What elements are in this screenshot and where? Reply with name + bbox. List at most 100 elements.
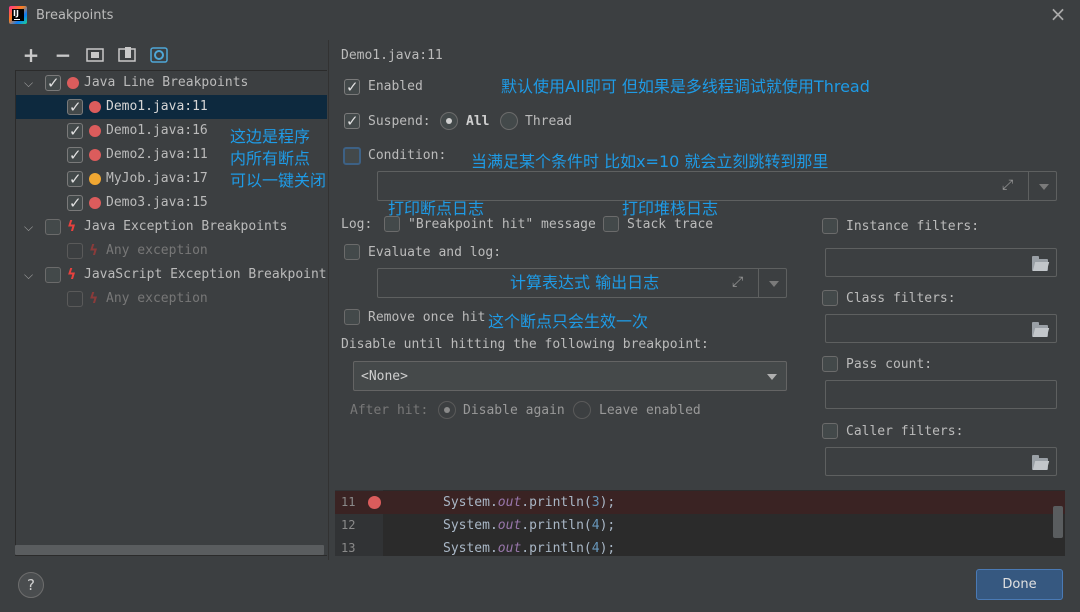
group-by-file-button[interactable] — [116, 44, 138, 66]
tree-group-label: Java Exception Breakpoints — [84, 219, 288, 234]
evaluate-log-label: Evaluate and log: — [368, 245, 502, 260]
method-breakpoint-icon — [89, 173, 101, 185]
title-bar: IJ Breakpoints × — [0, 0, 1080, 32]
line-number: 11 — [341, 495, 356, 509]
caller-filters-label: Caller filters: — [846, 424, 964, 439]
tree-item[interactable]: ϟ Any exception — [16, 239, 327, 263]
expand-icon[interactable]: ⤢ — [1002, 177, 1013, 193]
tree-item-label: Demo2.java:11 — [106, 147, 208, 162]
item-checkbox[interactable] — [67, 121, 83, 141]
tree-item[interactable]: Demo3.java:15 — [16, 191, 327, 215]
suspend-all-label: All — [466, 114, 490, 129]
group-by-package-icon — [86, 48, 104, 62]
line-breakpoint-icon — [89, 197, 101, 209]
exception-bolt-icon: ϟ — [67, 219, 77, 235]
item-checkbox[interactable] — [67, 193, 83, 213]
annotation-text: 可以一键关闭 — [230, 171, 327, 190]
stack-trace-checkbox[interactable] — [603, 216, 619, 232]
log-label: Log: — [341, 217, 373, 232]
annotation-text: 计算表达式 输出日志 — [510, 273, 660, 292]
panel-divider[interactable] — [328, 40, 329, 560]
item-checkbox[interactable] — [67, 145, 83, 165]
code-text: System.out.println(4); — [443, 518, 616, 533]
condition-input[interactable]: ⤢ — [377, 171, 1057, 201]
item-checkbox[interactable] — [67, 291, 83, 307]
evaluate-log-checkbox[interactable] — [344, 244, 360, 260]
disable-again-radio[interactable] — [438, 401, 456, 419]
tree-item-label: Demo1.java:11 — [106, 99, 208, 114]
item-checkbox[interactable] — [67, 97, 83, 117]
tree-item[interactable]: Demo1.java:11 — [16, 95, 327, 119]
group-checkbox-java-line[interactable] — [45, 73, 61, 93]
leave-enabled-radio[interactable] — [573, 401, 591, 419]
annotation-text: 这边是程序 — [230, 127, 311, 146]
caller-filters-checkbox[interactable] — [822, 423, 838, 439]
stack-trace-label: Stack trace — [627, 217, 714, 232]
done-button[interactable]: Done — [976, 569, 1063, 600]
disable-until-select[interactable]: <None> — [353, 361, 787, 391]
tree-horizontal-scrollbar[interactable] — [15, 545, 324, 555]
add-breakpoint-button[interactable]: + — [20, 44, 42, 66]
remove-once-hit-checkbox[interactable] — [344, 309, 360, 325]
chevron-down-icon[interactable] — [767, 374, 777, 380]
code-vertical-scrollbar[interactable] — [1053, 506, 1063, 538]
suspend-checkbox[interactable] — [344, 111, 360, 131]
pass-count-input[interactable] — [825, 380, 1057, 409]
line-breakpoint-icon — [89, 149, 101, 161]
chevron-down-icon[interactable] — [1039, 184, 1049, 190]
group-by-package-button[interactable] — [84, 44, 106, 66]
help-button[interactable]: ? — [18, 572, 44, 598]
disable-again-label: Disable again — [463, 403, 565, 418]
class-filters-input[interactable] — [825, 314, 1057, 343]
breakpoint-header: Demo1.java:11 — [341, 48, 443, 63]
condition-checkbox[interactable] — [343, 147, 361, 165]
item-checkbox[interactable] — [67, 243, 83, 259]
chevron-down-icon[interactable] — [769, 281, 779, 287]
chevron-down-icon[interactable]: ⌵ — [24, 215, 38, 239]
folder-icon[interactable] — [1032, 322, 1048, 337]
line-breakpoint-icon — [67, 77, 79, 89]
chevron-down-icon[interactable]: ⌵ — [24, 263, 38, 287]
instance-filters-checkbox[interactable] — [822, 218, 838, 234]
exception-bolt-icon: ϟ — [67, 267, 77, 283]
annotation-text: 默认使用All即可 但如果是多线程调试就使用Thread — [501, 77, 870, 96]
instance-filters-input[interactable] — [825, 248, 1057, 277]
dropdown-separator — [1028, 172, 1029, 200]
suspend-thread-radio[interactable] — [500, 112, 518, 130]
expand-icon[interactable]: ⤢ — [732, 274, 743, 290]
chevron-down-icon[interactable]: ⌵ — [24, 71, 38, 95]
window-title: Breakpoints — [36, 8, 114, 23]
remove-once-hit-label: Remove once hit — [368, 310, 486, 325]
tree-group-java-exception[interactable]: ⌵ ϟ Java Exception Breakpoints — [16, 215, 327, 239]
item-checkbox[interactable] — [67, 169, 83, 189]
close-icon[interactable]: × — [1048, 3, 1068, 25]
log-message-checkbox[interactable] — [384, 216, 400, 232]
tree-item-label: Demo3.java:15 — [106, 195, 208, 210]
code-preview[interactable]: 11 System.out.println(3); 12 System.out.… — [335, 490, 1065, 556]
tree-group-java-line[interactable]: ⌵ Java Line Breakpoints — [16, 71, 327, 95]
annotation-text: 这个断点只会生效一次 — [488, 312, 649, 331]
remove-breakpoint-button[interactable]: − — [52, 44, 74, 66]
caller-filters-input[interactable] — [825, 447, 1057, 476]
breakpoint-icon[interactable] — [368, 496, 381, 509]
pass-count-label: Pass count: — [846, 357, 933, 372]
group-checkbox-java-exception[interactable] — [45, 219, 61, 235]
exception-bolt-icon: ϟ — [89, 243, 99, 259]
code-text: System.out.println(4); — [443, 541, 616, 556]
group-checkbox-javascript-exception[interactable] — [45, 267, 61, 283]
tree-item[interactable]: ϟ Any exception — [16, 287, 327, 311]
suspend-label: Suspend: — [368, 114, 431, 129]
tree-group-label: Java Line Breakpoints — [84, 75, 249, 90]
suspend-all-radio[interactable] — [440, 112, 458, 130]
folder-icon[interactable] — [1032, 455, 1048, 470]
folder-icon[interactable] — [1032, 256, 1048, 271]
enabled-checkbox[interactable] — [344, 77, 360, 97]
annotation-text: 当满足某个条件时 比如x=10 就会立刻跳转到那里 — [471, 152, 829, 171]
disable-until-label: Disable until hitting the following brea… — [341, 337, 709, 352]
pass-count-checkbox[interactable] — [822, 356, 838, 372]
code-line: 12 System.out.println(4); — [335, 514, 1065, 537]
class-filters-checkbox[interactable] — [822, 290, 838, 306]
group-by-class-button[interactable] — [148, 44, 170, 66]
class-filters-label: Class filters: — [846, 291, 956, 306]
tree-group-javascript-exception[interactable]: ⌵ ϟ JavaScript Exception Breakpoints — [16, 263, 327, 287]
